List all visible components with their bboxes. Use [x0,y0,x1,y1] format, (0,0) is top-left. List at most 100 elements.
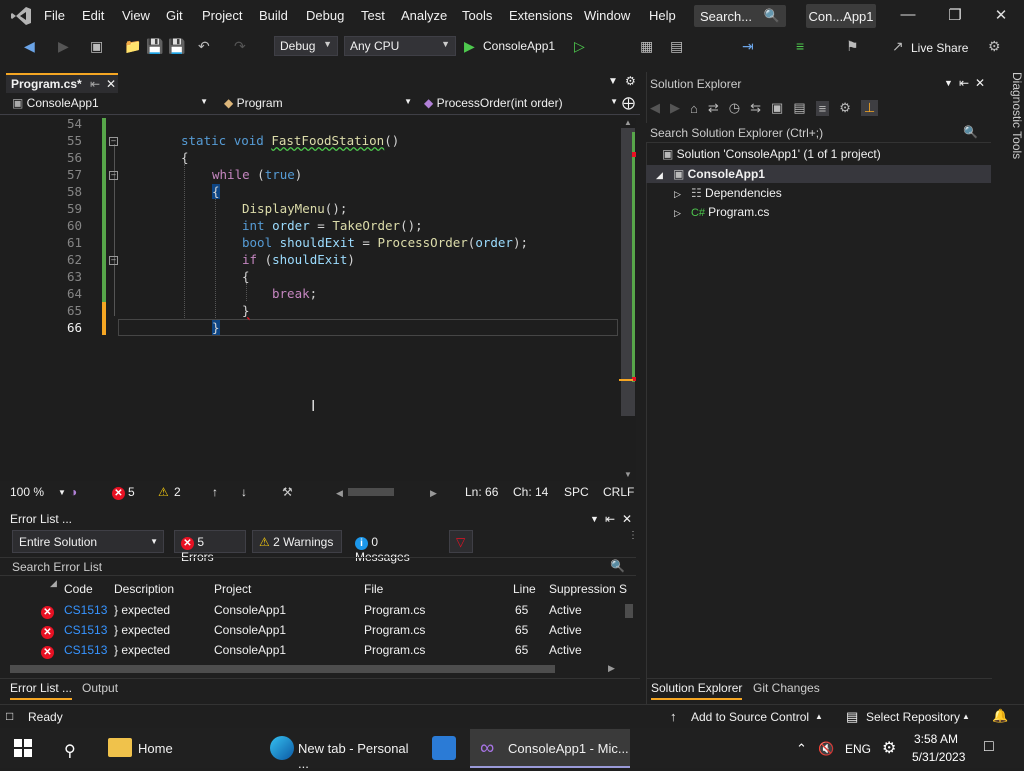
settings-icon[interactable]: ⚙ [882,738,896,758]
scroll-down-icon[interactable]: ▼ [624,470,632,479]
store-icon[interactable] [432,736,456,760]
solution-search-box[interactable]: Search Solution Explorer (Ctrl+;) 🔍 [646,123,991,143]
configuration-dropdown[interactable]: Debug ▼ [274,36,338,56]
column-description[interactable]: Description [114,582,174,596]
redo-icon[interactable]: ↷ [234,38,246,55]
solution-name-badge[interactable]: Con...App1 [806,4,876,28]
toolbar-step-icon[interactable]: ⇥ [742,38,754,55]
scope-dropdown[interactable]: Entire Solution ▼ [12,530,164,553]
bookmark-icon[interactable]: ⚑ [846,38,859,55]
notifications-icon[interactable]: 🔔 [992,708,1008,724]
menu-help[interactable]: Help [649,8,676,23]
warning-count[interactable]: 2 [174,485,181,499]
open-folder-icon[interactable]: 📁 [124,38,141,55]
tree-item-program-cs[interactable]: ▷ C# Program.cs [674,205,769,219]
error-row[interactable]: ✕ CS1513 } expected ConsoleApp1 Program.… [0,640,620,660]
column-line[interactable]: Line [513,582,536,596]
column-indicator[interactable]: Ch: 14 [513,485,548,499]
volume-muted-icon[interactable]: 🔇 [818,741,834,757]
document-tab-program[interactable]: Program.cs* ⇤ ✕ [6,73,118,93]
add-to-source-control-button[interactable]: Add to Source Control [691,710,809,724]
horizontal-scroll-thumb[interactable] [348,488,394,496]
live-share-icon[interactable]: ↗ [892,38,904,55]
menu-git[interactable]: Git [166,8,183,23]
error-row[interactable]: ✕ CS1513 } expected ConsoleApp1 Program.… [0,600,620,620]
menu-extensions[interactable]: Extensions [509,8,573,23]
chevron-up-icon[interactable]: ▲ [815,712,823,721]
scroll-right-icon[interactable]: ▶ [608,663,615,674]
maximize-icon[interactable]: ❐ [940,6,970,24]
chevron-down-icon[interactable]: ▼ [590,514,599,524]
warnings-filter-button[interactable]: ⚠ 2 Warnings [252,530,342,553]
scroll-right-icon[interactable]: ▶ [430,488,437,499]
taskbar-visual-studio[interactable]: ∞ ConsoleApp1 - Mic... [470,729,630,768]
action-center-icon[interactable]: □ [984,738,994,756]
preview-icon[interactable]: ≡ [815,100,830,116]
scroll-up-icon[interactable]: ▲ [624,118,632,127]
filter-icon[interactable]: ▽ [449,530,473,553]
show-all-files-icon[interactable]: ▤ [793,100,805,116]
close-icon[interactable]: ✕ [986,6,1016,24]
visual-studio-logo-icon[interactable] [10,6,32,26]
class-nav-dropdown[interactable]: ◆ Program ▼ [220,95,412,113]
column-suppression[interactable]: Suppression S [549,582,627,596]
select-repository-button[interactable]: Select Repository [866,710,960,724]
history-icon[interactable]: ◷ [729,100,740,116]
menu-tools[interactable]: Tools [462,8,492,23]
column-file[interactable]: File [364,582,383,596]
taskbar-edge[interactable]: New tab - Personal ... [262,729,422,771]
feedback-icon[interactable]: ⚙ [988,38,1001,55]
forward-icon[interactable]: ▶ [670,100,680,116]
settings-icon[interactable]: ⚙ [625,74,636,88]
project-nav-dropdown[interactable]: ▣ ConsoleApp1 ▼ [8,95,208,113]
close-tab-icon[interactable]: ✕ [106,77,116,91]
collapsed-chevron-icon[interactable]: ▷ [674,208,681,218]
new-project-icon[interactable]: ▣ [90,38,103,55]
back-icon[interactable]: ◀ [24,38,35,55]
tab-output[interactable]: Output [82,681,118,695]
tab-solution-explorer[interactable]: Solution Explorer [651,681,743,700]
health-icon[interactable]: ◑ [70,485,77,499]
toolbar-misc-icon[interactable]: ▦ [640,38,653,55]
close-icon[interactable]: ✕ [975,76,985,90]
taskbar-explorer[interactable]: Home [98,729,248,767]
code-cleanup-icon[interactable]: ⚒ [282,485,293,499]
menu-test[interactable]: Test [361,8,385,23]
previous-issue-icon[interactable]: ↑ [212,485,218,499]
minimize-icon[interactable]: — [893,6,923,23]
chevron-down-icon[interactable]: ▼ [58,488,66,497]
expanded-chevron-icon[interactable]: ◢ [656,170,663,180]
more-icon[interactable]: ⋮ [628,530,638,541]
diagnostic-tools-side-tab[interactable]: Diagnostic Tools [996,72,1024,172]
error-count[interactable]: 5 [128,485,135,499]
clock-time[interactable]: 3:58 AM [914,732,958,746]
collapse-all-icon[interactable]: ▣ [771,100,783,116]
warning-count-icon[interactable]: ⚠ [158,485,169,499]
close-icon[interactable]: ✕ [622,512,632,526]
menu-file[interactable]: File [44,8,65,23]
tree-item-project[interactable]: ◢ ▣ ConsoleApp1 [656,167,765,181]
error-row[interactable]: ✕ CS1513 } expected ConsoleApp1 Program.… [0,620,620,640]
preview-selected-icon[interactable]: ⊥ [860,100,879,116]
live-share-button[interactable]: Live Share [911,41,968,55]
error-list-vscroll[interactable] [623,596,635,656]
properties-icon[interactable]: ⚙ [839,100,851,116]
input-language[interactable]: ENG [845,742,871,756]
save-icon[interactable]: 💾 [146,38,163,55]
error-code-link[interactable]: CS1513 [64,603,107,617]
forward-icon[interactable]: ▶ [58,38,69,55]
error-search-box[interactable]: Search Error List 🔍 [0,557,636,576]
next-issue-icon[interactable]: ↓ [241,485,247,499]
pin-icon[interactable]: ⇤ [959,76,969,90]
errors-filter-button[interactable]: ✕ 5 Errors [174,530,246,564]
clock-date[interactable]: 5/31/2023 [912,750,965,764]
scroll-left-icon[interactable]: ◀ [336,488,343,499]
split-editor-icon[interactable]: ⨁ [622,95,635,111]
collapse-icon[interactable]: – [109,171,118,180]
search-icon[interactable]: ⚲ [64,741,76,761]
menu-analyze[interactable]: Analyze [401,8,447,23]
back-icon[interactable]: ◀ [650,100,660,116]
line-indicator[interactable]: Ln: 66 [465,485,498,499]
global-search-box[interactable]: Search... 🔍 [694,5,786,27]
tree-item-dependencies[interactable]: ▷ ☷ Dependencies [674,186,782,200]
